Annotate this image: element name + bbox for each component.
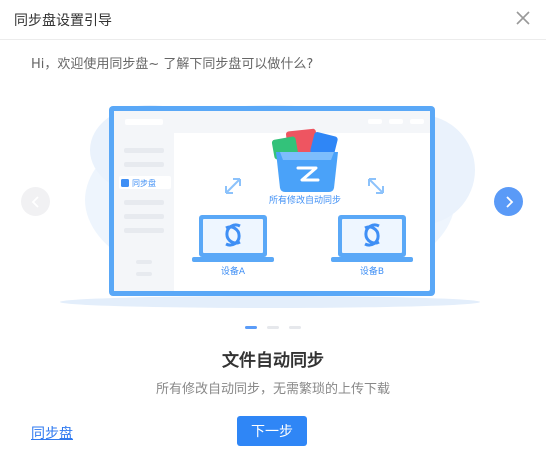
next-slide-arrow[interactable] bbox=[494, 187, 523, 216]
close-icon[interactable] bbox=[514, 9, 532, 27]
device-b-laptop bbox=[331, 215, 413, 262]
sync-drive-link[interactable]: 同步盘 bbox=[31, 423, 73, 443]
device-b-label: 设备B bbox=[360, 265, 384, 277]
slide-subheading: 所有修改自动同步，无需繁琐的上传下载 bbox=[155, 382, 390, 397]
page-dot-2[interactable] bbox=[267, 326, 279, 329]
device-a-label: 设备A bbox=[221, 265, 246, 277]
sync-illustration: 同步盘 所有修改自动同步 设备A 设备B bbox=[60, 105, 480, 308]
center-caption: 所有修改自动同步 bbox=[269, 194, 341, 206]
sidebar-sync-label: 同步盘 bbox=[132, 178, 156, 188]
chevron-left-icon bbox=[31, 195, 39, 208]
titlebar: 同步盘设置引导 bbox=[0, 0, 546, 40]
chevron-right-icon bbox=[505, 195, 513, 208]
intro-text: Hi，欢迎使用同步盘~ 了解下同步盘可以做什么? bbox=[31, 57, 314, 72]
prev-slide-button[interactable] bbox=[21, 187, 50, 216]
slide-heading: 文件自动同步 bbox=[222, 351, 324, 371]
device-a-laptop bbox=[192, 215, 274, 262]
page-dot-3[interactable] bbox=[289, 326, 301, 329]
next-step-button[interactable]: 下一步 bbox=[237, 416, 307, 446]
page-dot-1-active[interactable] bbox=[245, 326, 257, 329]
dialog-title: 同步盘设置引导 bbox=[14, 13, 112, 29]
sync-guide-dialog: 同步盘设置引导 Hi，欢迎使用同步盘~ 了解下同步盘可以做什么? 同步盘 所有修… bbox=[0, 0, 546, 469]
